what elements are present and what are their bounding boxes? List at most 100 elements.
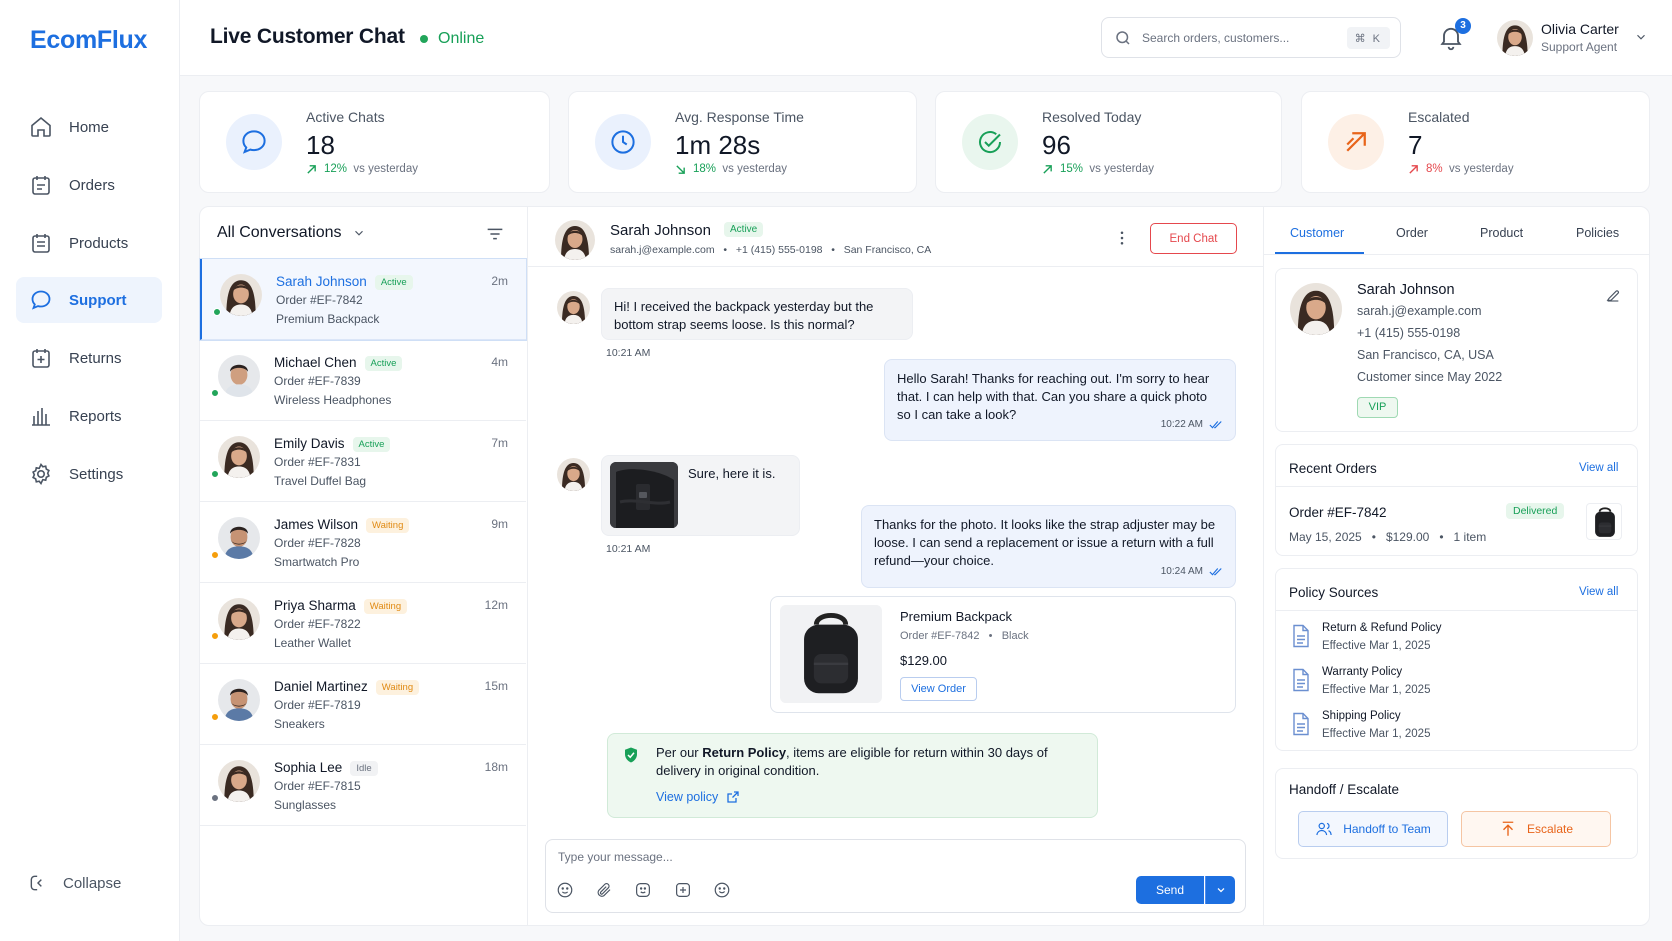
conversation-time: 7m [491,436,508,450]
collapse-button[interactable]: Collapse [28,873,121,893]
avatar [218,598,260,640]
customer-phone: +1 (415) 555-0198 [1357,326,1461,340]
view-order-button[interactable]: View Order [900,677,977,701]
paperclip-icon[interactable] [595,881,613,899]
divider [528,266,1263,267]
sidebar-item-label: Returns [69,349,122,367]
conversation-product: Sunglasses [274,798,337,812]
stat-value: 18 [306,130,335,160]
more-vertical-icon[interactable] [1113,228,1131,248]
conversation-item[interactable]: James Wilson Waiting Order #EF-7828 Smart… [200,502,526,583]
status-badge: Waiting [366,518,410,533]
user-name: Olivia Carter [1541,21,1619,37]
conversation-order: Order #EF-7815 [274,779,361,793]
sidebar-item-support[interactable]: Support [16,277,162,323]
recent-order-number[interactable]: Order #EF-7842 [1289,505,1387,520]
stat-change: 15% vs yesterday [1042,163,1154,175]
stat-value: 1m 28s [675,130,761,160]
brand-logo[interactable]: EcomFlux [30,26,147,55]
policy-sources-view-all[interactable]: View all [1579,586,1618,598]
arrow-up-right-icon [1043,164,1052,174]
conversation-filter-dropdown[interactable]: All Conversations [217,224,366,242]
sidebar-item-returns[interactable]: Returns [16,335,162,381]
external-link-icon [727,791,739,803]
attached-photo[interactable] [610,462,678,528]
customer-avatar [1290,283,1342,335]
message-input[interactable] [558,850,1078,870]
status-dot [420,35,428,43]
conversation-item[interactable]: Sarah Johnson Active Order #EF-7842 Premi… [199,258,527,341]
status-badge: Active [374,275,413,290]
escalate-button[interactable]: Escalate [1461,811,1611,847]
status-badge: Waiting [375,680,420,695]
status-badge: Idle [350,761,378,776]
divider [1264,254,1649,255]
edit-icon[interactable] [1605,287,1621,303]
tab-policies[interactable]: Policies [1576,226,1619,240]
conversation-list-title: All Conversations [217,224,342,241]
recent-orders-view-all[interactable]: View all [1579,462,1618,474]
handoff-to-team-button[interactable]: Handoff to Team [1298,811,1448,847]
conversation-product: Smartwatch Pro [274,555,360,569]
handoff-label: Handoff to Team [1343,822,1431,836]
recent-orders-title: Recent Orders [1289,461,1377,476]
incoming-message-text: Sure, here it is. [688,466,776,481]
send-button[interactable]: Send [1136,876,1204,904]
send-options-button[interactable] [1205,876,1235,904]
conversation-time: 2m [491,274,508,288]
sidebar-item-home[interactable]: Home [16,104,162,150]
chevron-down-icon[interactable] [1634,30,1648,44]
tab-product[interactable]: Product [1480,226,1523,240]
conversation-order: Order #EF-7831 [274,455,361,469]
policy-source-name[interactable]: Warranty Policy [1322,666,1402,678]
policy-source-name[interactable]: Return & Refund Policy [1322,622,1442,634]
tab-customer[interactable]: Customer [1290,226,1344,240]
stat-change-value: 8% [1426,163,1443,175]
sticker-icon[interactable] [634,881,652,899]
vip-badge: VIP [1357,397,1398,418]
conversation-item[interactable]: Sophia Lee Idle Order #EF-7815 Sunglasses… [200,745,526,826]
stat-change-suffix: vs yesterday [1089,163,1154,175]
tab-order[interactable]: Order [1396,226,1428,240]
conversation-item[interactable]: Priya Sharma Waiting Order #EF-7822 Leath… [200,583,526,664]
conversation-product: Travel Duffel Bag [274,474,367,488]
conversation-item[interactable]: Emily Davis Active Order #EF-7831 Travel … [200,421,526,502]
presence-dot [213,308,221,316]
smile-icon[interactable] [713,881,731,899]
stat-value: 96 [1042,130,1071,160]
chat-icon [31,290,51,310]
customer-address: San Francisco, CA, USA [1357,348,1494,362]
sidebar-item-products[interactable]: Products [16,220,162,266]
stat-label: Escalated [1408,109,1470,125]
arrow-up-right-icon [1346,132,1366,152]
stat-change-suffix: vs yesterday [353,163,418,175]
emoji-icon[interactable] [556,881,574,899]
conversation-item[interactable]: Daniel Martinez Waiting Order #EF-7819 Sn… [200,664,526,745]
message-time-row: 10:24 AM [1161,563,1223,581]
presence-dot [211,794,219,802]
global-search[interactable]: ⌘ K [1101,17,1401,58]
escalate-icon [1502,821,1514,836]
check-circle-icon [979,131,1002,154]
view-policy-link[interactable]: View policy [656,790,739,804]
sidebar-item-label: Orders [69,176,115,194]
users-icon [1316,822,1332,836]
search-input[interactable] [1142,30,1342,45]
stat-card-escalated: Escalated 7 8% vs yesterday [1301,91,1650,193]
user-role: Support Agent [1541,40,1618,54]
sidebar-item-settings[interactable]: Settings [16,451,162,497]
filter-icon[interactable] [484,223,506,245]
user-avatar[interactable] [1497,20,1533,56]
message-time: 10:22 AM [1160,419,1203,430]
policy-source-name[interactable]: Shipping Policy [1322,710,1401,722]
outgoing-message: Thanks for the photo. It looks like the … [861,505,1236,588]
end-chat-button[interactable]: End Chat [1150,223,1237,254]
sidebar-item-reports[interactable]: Reports [16,393,162,439]
canned-response-icon[interactable] [674,881,692,899]
double-check-icon [1209,568,1222,576]
conversation-order: Order #EF-7819 [274,698,361,712]
sidebar-item-orders[interactable]: Orders [16,162,162,208]
conversation-item[interactable]: Michael Chen Active Order #EF-7839 Wirele… [200,340,526,421]
notification-count: 3 [1455,18,1471,34]
conversation-product: Leather Wallet [274,636,351,650]
